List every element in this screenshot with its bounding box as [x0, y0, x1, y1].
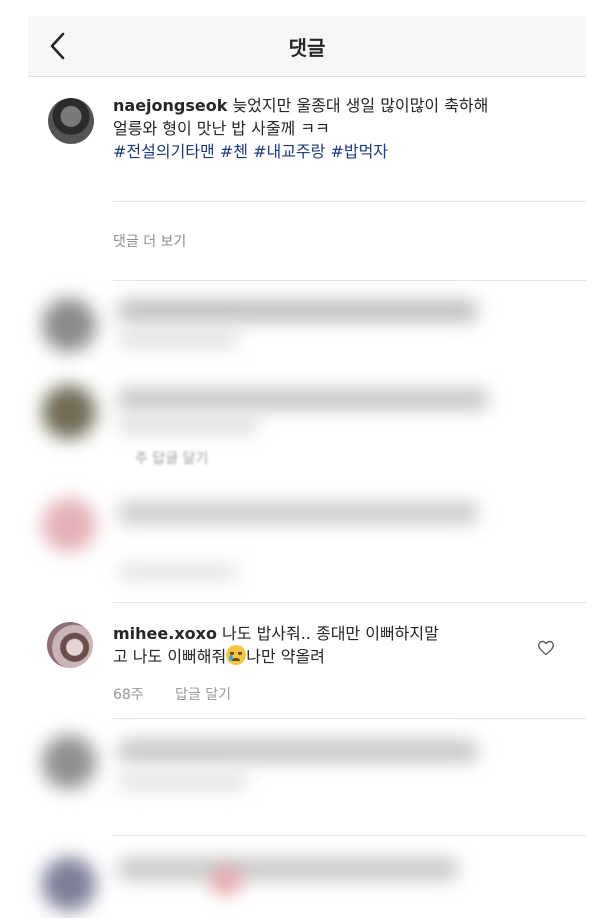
- divider: [113, 280, 586, 281]
- chevron-left-icon: [50, 32, 65, 60]
- caption-text-line2: 얼릉와 형이 맛난 밥 사줄께 ㅋㅋ: [113, 119, 330, 138]
- caption-text-line1: 늦었지만 울종대 생일 많이많이 축하해: [227, 96, 489, 115]
- view-more-comments-link[interactable]: 댓글 더 보기: [113, 231, 186, 251]
- comment-text-line1: 나도 밥사줘.. 종대만 이뻐하지말: [216, 624, 439, 643]
- blurred-text: [118, 565, 238, 579]
- caption-username[interactable]: naejongseok: [113, 96, 227, 115]
- blurred-avatar: [42, 857, 96, 911]
- page-title: 댓글: [288, 35, 326, 60]
- blurred-text: [118, 388, 488, 410]
- hashtag-link[interactable]: #밥먹자: [330, 142, 388, 161]
- heart-outline-icon[interactable]: [537, 640, 555, 656]
- blurred-text: [118, 418, 258, 432]
- divider: [113, 602, 586, 603]
- blurred-avatar: [42, 385, 96, 439]
- blurred-avatar: [42, 498, 96, 552]
- blurred-emoji: [210, 868, 242, 894]
- blurred-avatar: [42, 298, 96, 352]
- comment-timestamp: 68주: [113, 687, 144, 703]
- comment-text-line2: 고 나도 이뻐해줘: [113, 647, 227, 666]
- blurred-comment-meta: 주 답글 달기: [135, 451, 209, 467]
- comment-text-line2-end: 나만 약올려: [246, 647, 325, 666]
- back-button[interactable]: [42, 30, 72, 62]
- blurred-text: [118, 332, 238, 346]
- comment-username[interactable]: mihee.xoxo: [113, 624, 217, 643]
- blurred-text: [118, 300, 478, 322]
- caption-text: naejongseok 늦었지만 울종대 생일 많이많이 축하해 얼릉와 형이 …: [113, 94, 583, 163]
- reply-button[interactable]: 답글 달기: [175, 684, 231, 704]
- hashtag-link[interactable]: #첸: [220, 142, 248, 161]
- blurred-avatar: [42, 735, 96, 789]
- blurred-text: [118, 858, 458, 880]
- hashtag-link[interactable]: #전설의기타맨: [113, 142, 215, 161]
- top-bar: 댓글: [28, 16, 586, 77]
- divider: [113, 201, 586, 202]
- blurred-text: [118, 740, 478, 762]
- divider: [113, 835, 586, 836]
- comment-text: mihee.xoxo 나도 밥사줘.. 종대만 이뻐하지말 고 나도 이뻐해줘 나…: [113, 622, 523, 668]
- caption-author-avatar[interactable]: [48, 98, 94, 144]
- divider: [113, 718, 586, 719]
- blurred-text: [118, 775, 248, 789]
- blurred-text: [118, 502, 478, 524]
- crying-face-emoji: [226, 645, 247, 665]
- commenter-avatar[interactable]: [47, 622, 93, 668]
- hashtag-link[interactable]: #내교주랑: [253, 142, 325, 161]
